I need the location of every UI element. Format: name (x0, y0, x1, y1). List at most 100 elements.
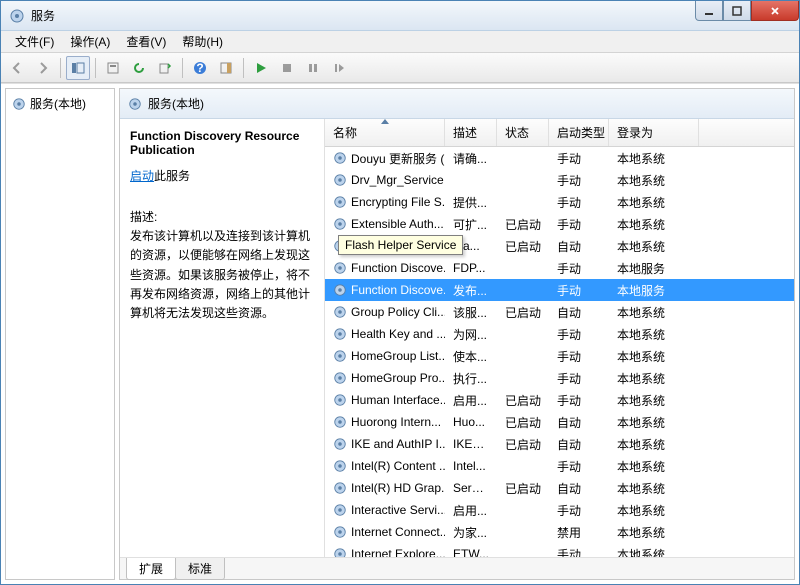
cell-startup: 手动 (549, 260, 609, 277)
close-button[interactable] (751, 1, 799, 21)
cell-startup: 手动 (549, 348, 609, 365)
cell-logon: 本地系统 (609, 480, 699, 497)
table-row[interactable]: IKE and AuthIP I...IKEE...已启动自动本地系统 (325, 433, 794, 455)
cell-name: Encrypting File S... (325, 195, 445, 209)
cell-startup: 手动 (549, 216, 609, 233)
cell-desc: 发布... (445, 282, 497, 299)
action-pane-button[interactable] (214, 56, 238, 80)
tree-root-services[interactable]: 服务(本地) (10, 93, 110, 114)
cell-desc: 使本... (445, 348, 497, 365)
tabstrip: 扩展 标准 (120, 557, 794, 579)
separator (243, 58, 244, 78)
gear-icon (333, 195, 347, 209)
table-row[interactable]: Huorong Intern...Huo...已启动自动本地系统 (325, 411, 794, 433)
list-body[interactable]: Douyu 更新服务 (...请确...手动本地系统Drv_Mgr_Servic… (325, 147, 794, 557)
separator (182, 58, 183, 78)
tab-extended[interactable]: 扩展 (126, 558, 176, 580)
cell-logon: 本地系统 (609, 348, 699, 365)
col-startup[interactable]: 启动类型 (549, 119, 609, 146)
show-hide-tree-button[interactable] (66, 56, 90, 80)
cell-name: Function Discove... (325, 283, 445, 297)
cell-desc: 启用... (445, 392, 497, 409)
cell-desc: Huo... (445, 415, 497, 429)
col-status[interactable]: 状态 (497, 119, 549, 146)
table-row[interactable]: HomeGroup List...使本...手动本地系统 (325, 345, 794, 367)
stop-service-button[interactable] (275, 56, 299, 80)
table-row[interactable]: Extensible Auth...可扩...已启动手动本地系统 (325, 213, 794, 235)
cell-logon: 本地系统 (609, 392, 699, 409)
table-row[interactable]: Function Discove...发布...手动本地服务 (325, 279, 794, 301)
pause-service-button[interactable] (301, 56, 325, 80)
col-logon[interactable]: 登录为 (609, 119, 699, 146)
col-name[interactable]: 名称 (325, 119, 445, 146)
tab-standard[interactable]: 标准 (175, 558, 225, 580)
menu-help[interactable]: 帮助(H) (174, 31, 231, 52)
table-row[interactable]: Interactive Servi...启用...手动本地系统 (325, 499, 794, 521)
cell-logon: 本地系统 (609, 216, 699, 233)
cell-status: 已启动 (497, 238, 549, 255)
cell-startup: 手动 (549, 458, 609, 475)
table-row[interactable]: Internet Explore...ETW...手动本地系统 (325, 543, 794, 557)
table-row[interactable]: Encrypting File S...提供...手动本地系统 (325, 191, 794, 213)
cell-startup: 手动 (549, 150, 609, 167)
toolbar: ? (1, 53, 799, 83)
cell-startup: 手动 (549, 282, 609, 299)
table-row[interactable]: Internet Connect...为家...禁用本地系统 (325, 521, 794, 543)
cell-startup: 自动 (549, 238, 609, 255)
table-row[interactable]: Intel(R) Content ...Intel...手动本地系统 (325, 455, 794, 477)
cell-name: Human Interface... (325, 393, 445, 407)
cell-logon: 本地服务 (609, 260, 699, 277)
cell-logon: 本地系统 (609, 524, 699, 541)
start-suffix: 此服务 (154, 169, 190, 183)
gear-icon (333, 327, 347, 341)
table-row[interactable]: Douyu 更新服务 (...请确...手动本地系统 (325, 147, 794, 169)
maximize-button[interactable] (723, 1, 751, 21)
start-service-button[interactable] (249, 56, 273, 80)
menu-action[interactable]: 操作(A) (62, 31, 118, 52)
cell-logon: 本地系统 (609, 172, 699, 189)
cell-status: 已启动 (497, 480, 549, 497)
titlebar[interactable]: 服务 (1, 1, 799, 31)
cell-logon: 本地系统 (609, 304, 699, 321)
tree-pane[interactable]: 服务(本地) (5, 88, 115, 580)
table-row[interactable]: Health Key and ...为网...手动本地系统 (325, 323, 794, 345)
separator (60, 58, 61, 78)
export-button[interactable] (153, 56, 177, 80)
gear-icon (128, 97, 142, 111)
cell-name: Drv_Mgr_Service (325, 173, 445, 187)
table-row[interactable]: Group Policy Cli...该服...已启动自动本地系统 (325, 301, 794, 323)
cell-status: 已启动 (497, 216, 549, 233)
cell-startup: 手动 (549, 194, 609, 211)
gear-icon (333, 525, 347, 539)
help-button[interactable]: ? (188, 56, 212, 80)
cell-name: Intel(R) HD Grap... (325, 481, 445, 495)
col-description[interactable]: 描述 (445, 119, 497, 146)
table-row[interactable]: Drv_Mgr_Service手动本地系统 (325, 169, 794, 191)
restart-service-button[interactable] (327, 56, 351, 80)
cell-name: Health Key and ... (325, 327, 445, 341)
gear-icon (333, 503, 347, 517)
services-window: 服务 文件(F) 操作(A) 查看(V) 帮助(H) ? (0, 0, 800, 585)
detail-pane: Function Discovery Resource Publication … (120, 119, 325, 557)
start-service-link[interactable]: 启动 (130, 169, 154, 183)
table-row[interactable]: HomeGroup Pro...执行...手动本地系统 (325, 367, 794, 389)
description-text: 发布该计算机以及连接到该计算机的资源，以便能够在网络上发现这些资源。如果该服务被… (130, 227, 314, 323)
table-row[interactable]: Intel(R) HD Grap...Servi...已启动自动本地系统 (325, 477, 794, 499)
gear-icon (333, 459, 347, 473)
back-button[interactable] (5, 56, 29, 80)
menu-view[interactable]: 查看(V) (118, 31, 174, 52)
cell-name: Extensible Auth... (325, 217, 445, 231)
right-pane: 服务(本地) Function Discovery Resource Publi… (119, 88, 795, 580)
menu-file[interactable]: 文件(F) (7, 31, 62, 52)
cell-status: 已启动 (497, 304, 549, 321)
cell-desc: FDP... (445, 261, 497, 275)
refresh-button[interactable] (127, 56, 151, 80)
forward-button[interactable] (31, 56, 55, 80)
properties-button[interactable] (101, 56, 125, 80)
cell-desc: 请确... (445, 150, 497, 167)
window-title: 服务 (31, 7, 55, 24)
table-row[interactable]: Function Discove...FDP...手动本地服务 (325, 257, 794, 279)
table-row[interactable]: Human Interface...启用...已启动手动本地系统 (325, 389, 794, 411)
cell-startup: 手动 (549, 370, 609, 387)
minimize-button[interactable] (695, 1, 723, 21)
